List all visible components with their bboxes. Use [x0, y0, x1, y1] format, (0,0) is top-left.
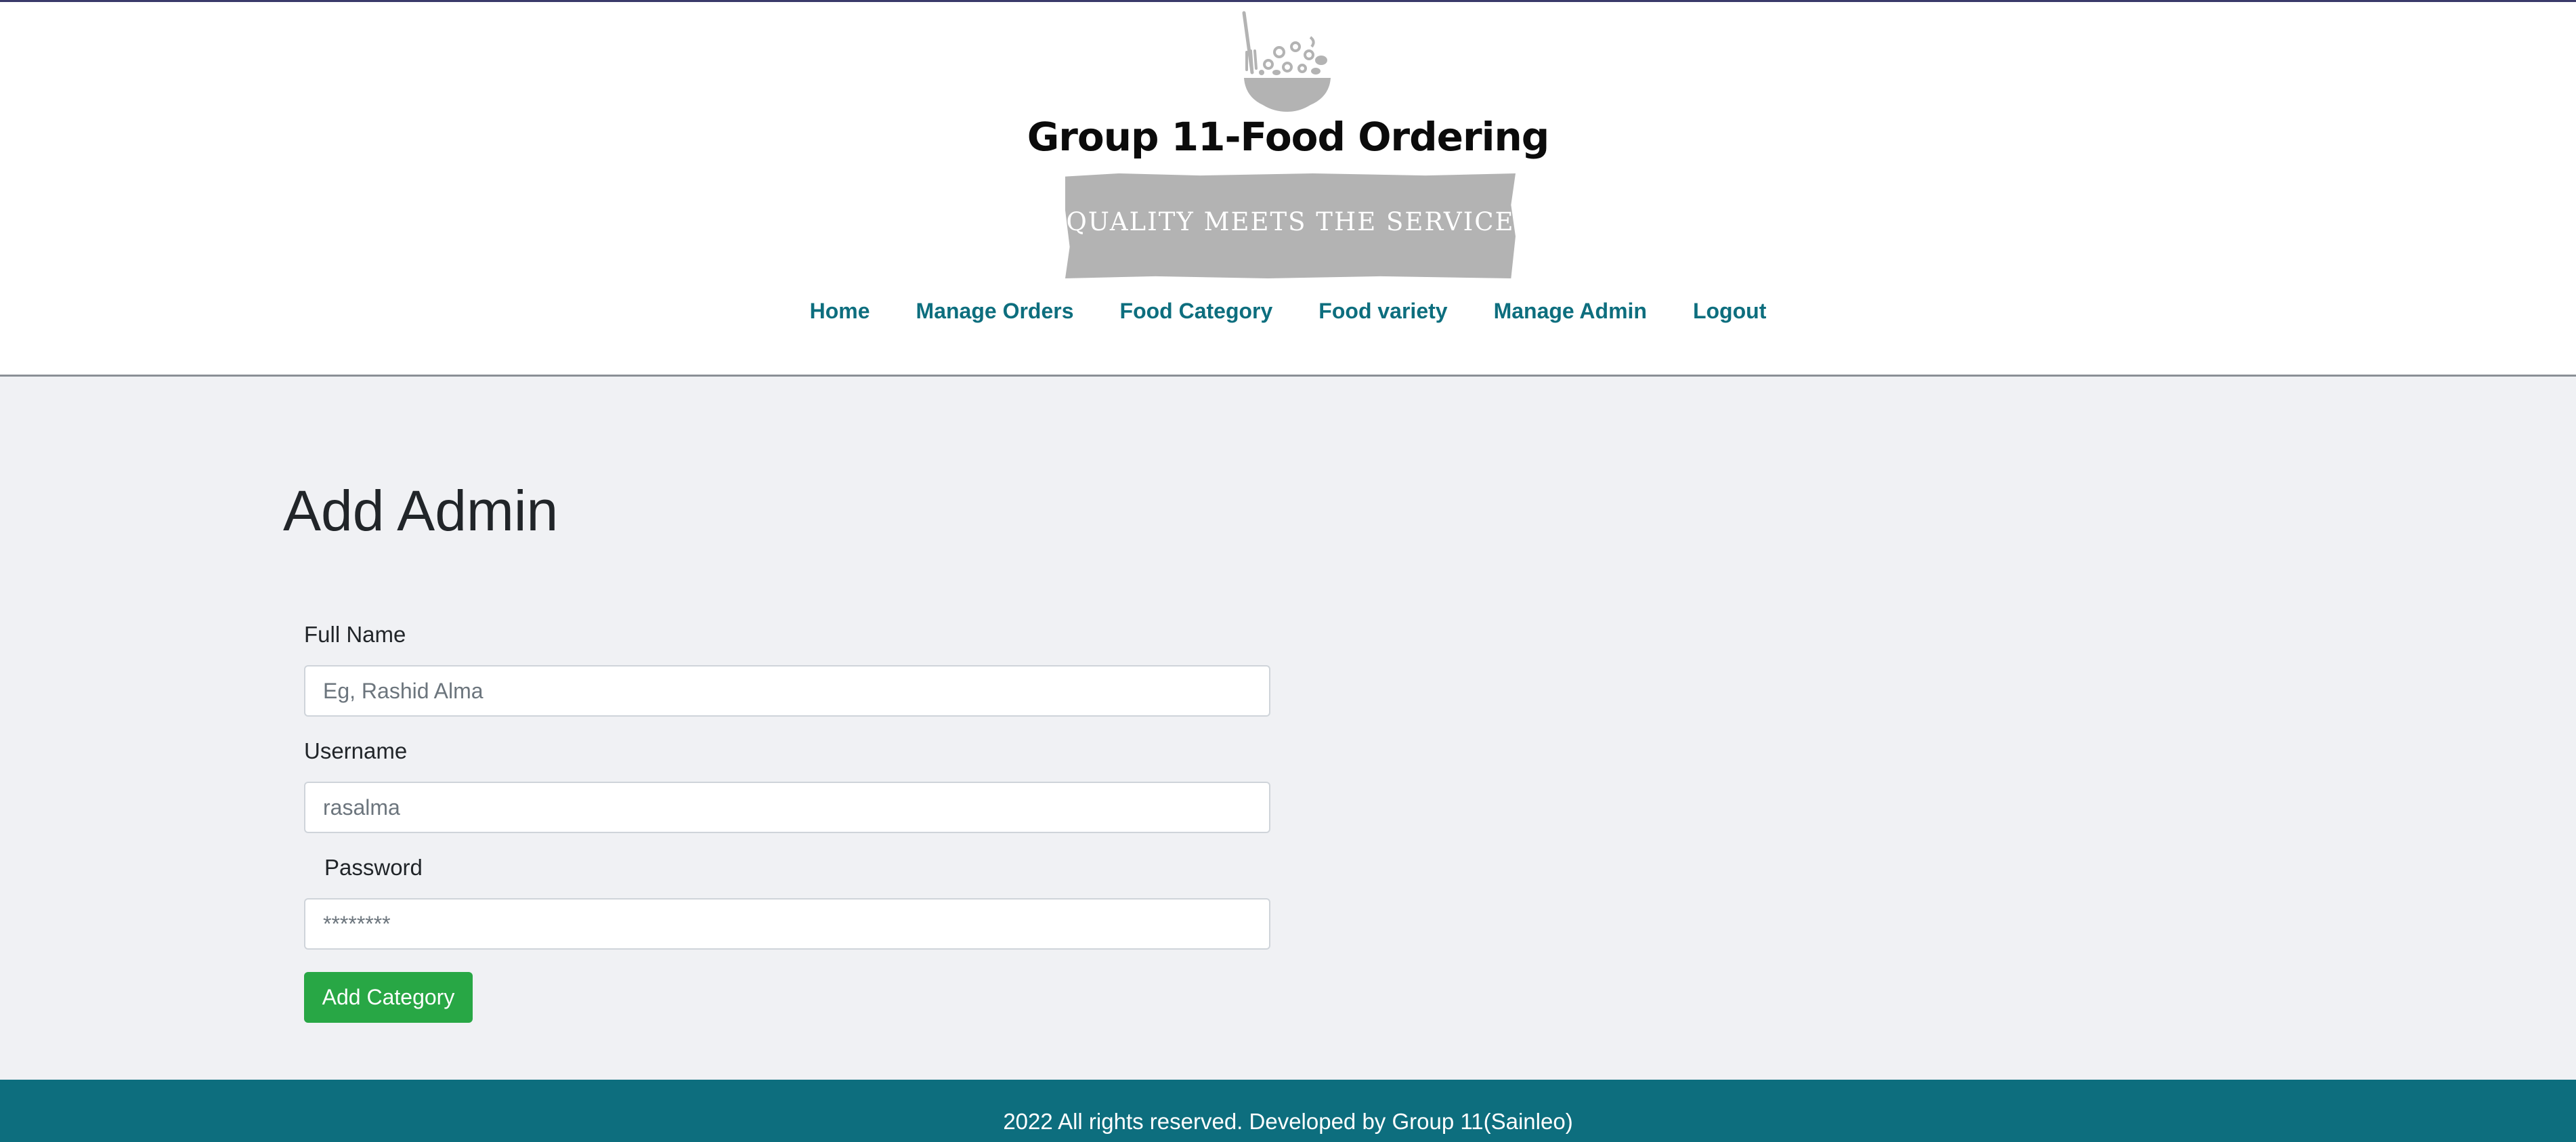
page-title: Add Admin [283, 479, 559, 543]
tagline-text: QUALITY MEETS THE SERVICE [1066, 207, 1515, 236]
full-name-label: Full Name [304, 622, 406, 647]
nav-home[interactable]: Home [810, 299, 870, 324]
username-input[interactable] [304, 782, 1270, 833]
full-name-input[interactable] [304, 665, 1270, 717]
bowl-with-fork-icon [1242, 11, 1331, 112]
nav-food-category[interactable]: Food Category [1120, 299, 1273, 324]
site-header: Group 11-Food Ordering QUALITY MEETS THE… [0, 2, 2576, 377]
site-title: Group 11-Food Ordering [1027, 114, 1550, 160]
password-input[interactable] [304, 898, 1270, 950]
nav-food-variety[interactable]: Food variety [1318, 299, 1447, 324]
password-label: Password [324, 855, 423, 880]
nav-logout[interactable]: Logout [1693, 299, 1766, 324]
nav-manage-admin[interactable]: Manage Admin [1494, 299, 1647, 324]
add-category-button[interactable]: Add Category [304, 972, 473, 1023]
footer-copyright: 2022 All rights reserved. Developed by G… [1003, 1109, 1573, 1134]
main-nav: Home Manage Orders Food Category Food va… [0, 299, 2576, 324]
username-label: Username [304, 738, 408, 763]
nav-manage-orders[interactable]: Manage Orders [916, 299, 1074, 324]
